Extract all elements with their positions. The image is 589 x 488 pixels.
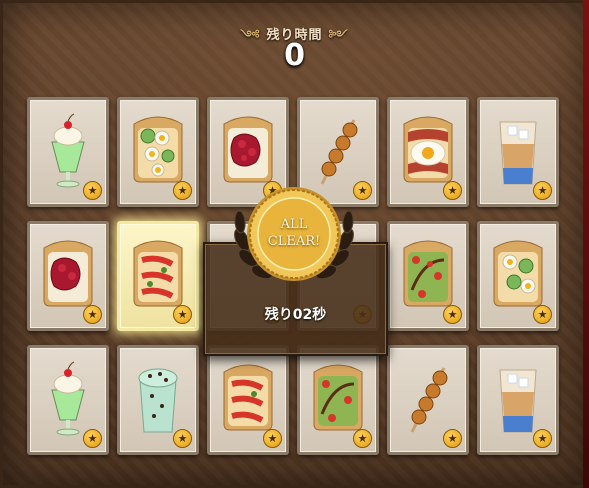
star-icon: ★ bbox=[173, 181, 192, 200]
dango-icon bbox=[410, 367, 448, 433]
egg-cucumber-toast-icon bbox=[493, 240, 543, 307]
avocado-toast-icon bbox=[313, 364, 363, 431]
medal-text: ALL CLEAR! bbox=[226, 216, 362, 250]
all-clear-medal: ALL CLEAR! bbox=[226, 180, 362, 300]
card-tomato-toast[interactable]: ★ bbox=[207, 345, 289, 455]
card-dango[interactable]: ★ bbox=[387, 345, 469, 455]
card-egg-cucumber-toast[interactable]: ★ bbox=[117, 97, 199, 207]
star-icon: ★ bbox=[533, 429, 552, 448]
cream-soda-icon bbox=[51, 113, 85, 188]
medal-line-2: CLEAR! bbox=[267, 234, 321, 249]
star-icon: ★ bbox=[443, 305, 462, 324]
iced-drink-icon bbox=[499, 369, 537, 433]
timer-value: 0 bbox=[284, 38, 305, 73]
star-icon: ★ bbox=[353, 429, 372, 448]
star-icon: ★ bbox=[83, 181, 102, 200]
star-icon: ★ bbox=[533, 181, 552, 200]
card-cream-soda[interactable]: ★ bbox=[27, 97, 109, 207]
mint-chip-drink-icon bbox=[138, 368, 178, 433]
card-iced-drink[interactable]: ★ bbox=[477, 345, 559, 455]
jam-toast-icon bbox=[43, 240, 93, 307]
star-icon: ★ bbox=[263, 429, 282, 448]
star-icon: ★ bbox=[173, 305, 192, 324]
star-icon: ★ bbox=[173, 429, 192, 448]
card-egg-cucumber-toast[interactable]: ★ bbox=[477, 221, 559, 331]
star-icon: ★ bbox=[533, 305, 552, 324]
tomato-toast-icon bbox=[133, 240, 183, 307]
remaining-time-text: 残り02秒 bbox=[264, 307, 327, 323]
jam-toast-icon bbox=[223, 116, 273, 183]
iced-drink-icon bbox=[499, 121, 537, 185]
card-mint-chip-drink[interactable]: ★ bbox=[117, 345, 199, 455]
card-cream-soda[interactable]: ★ bbox=[27, 345, 109, 455]
star-icon: ★ bbox=[443, 181, 462, 200]
tomato-toast-icon bbox=[223, 364, 273, 431]
avocado-toast-icon bbox=[403, 240, 453, 307]
card-bacon-egg-toast[interactable]: ★ bbox=[387, 97, 469, 207]
card-jam-toast[interactable]: ★ bbox=[27, 221, 109, 331]
bacon-egg-toast-icon bbox=[403, 116, 453, 183]
card-tomato-toast-selected[interactable]: ★ bbox=[117, 221, 199, 331]
star-icon: ★ bbox=[443, 429, 462, 448]
dango-icon bbox=[320, 119, 358, 185]
window-edge bbox=[583, 0, 589, 488]
star-icon: ★ bbox=[83, 429, 102, 448]
card-avocado-toast[interactable]: ★ bbox=[387, 221, 469, 331]
cream-soda-icon bbox=[51, 361, 85, 436]
medal-line-1: ALL bbox=[280, 217, 308, 232]
star-icon: ★ bbox=[83, 305, 102, 324]
egg-cucumber-toast-icon bbox=[133, 116, 183, 183]
card-avocado-toast[interactable]: ★ bbox=[297, 345, 379, 455]
card-iced-drink[interactable]: ★ bbox=[477, 97, 559, 207]
